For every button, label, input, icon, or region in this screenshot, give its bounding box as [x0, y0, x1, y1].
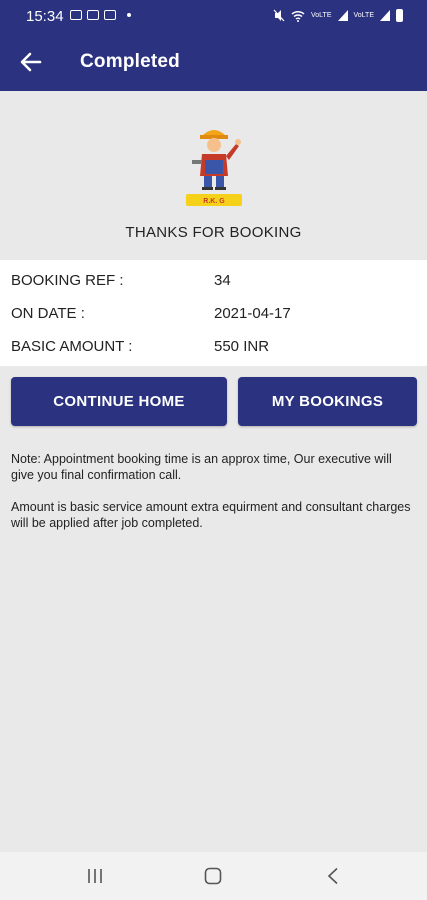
back-arrow-icon[interactable] [18, 48, 44, 76]
network-label-2: VoLTE [353, 12, 375, 19]
brand-logo: R.K. G [186, 130, 242, 206]
on-date-value: 2021-04-17 [214, 305, 291, 322]
wifi-icon [291, 10, 305, 22]
logo-text: R.K. G [203, 198, 225, 205]
signal-icon-2 [380, 10, 390, 21]
system-icons: VoLTE VoLTE [273, 9, 403, 22]
appointment-note: Note: Appointment booking time is an app… [11, 452, 392, 482]
more-notifications-icon [127, 13, 131, 17]
booking-details: BOOKING REF : 34 ON DATE : 2021-04-17 BA… [0, 260, 427, 366]
system-nav-bar [0, 852, 427, 900]
page-title: Completed [80, 51, 180, 72]
home-icon[interactable] [204, 867, 222, 885]
basic-amount-value: 550 INR [214, 338, 270, 355]
booking-ref-value: 34 [214, 272, 231, 289]
booking-ref-row: BOOKING REF : 34 [0, 260, 427, 293]
booking-ref-label: BOOKING REF : [11, 272, 124, 289]
continue-home-button[interactable]: CONTINUE HOME [11, 377, 227, 426]
amount-note: Amount is basic service amount extra equ… [11, 500, 411, 530]
notification-icons [70, 10, 131, 20]
on-date-row: ON DATE : 2021-04-17 [0, 293, 427, 326]
on-date-label: ON DATE : [11, 305, 85, 322]
mute-icon [273, 9, 285, 22]
back-icon[interactable] [326, 867, 340, 885]
recent-apps-icon[interactable] [86, 868, 104, 884]
battery-icon [396, 9, 403, 22]
thanks-message: THANKS FOR BOOKING [125, 224, 302, 241]
app-bar: Completed [0, 34, 427, 91]
status-bar: 15:34 VoLTE VoLTE [0, 0, 427, 34]
my-bookings-button[interactable]: MY BOOKINGS [238, 377, 417, 426]
mail-notification-icon [104, 10, 116, 20]
basic-amount-row: BASIC AMOUNT : 550 INR [0, 326, 427, 359]
basic-amount-label: BASIC AMOUNT : [11, 338, 133, 355]
image-notification-icon [70, 10, 82, 20]
status-time: 15:34 [26, 8, 64, 25]
gallery-notification-icon [87, 10, 99, 20]
network-label-1: VoLTE [311, 12, 332, 19]
signal-icon-1 [337, 10, 348, 21]
